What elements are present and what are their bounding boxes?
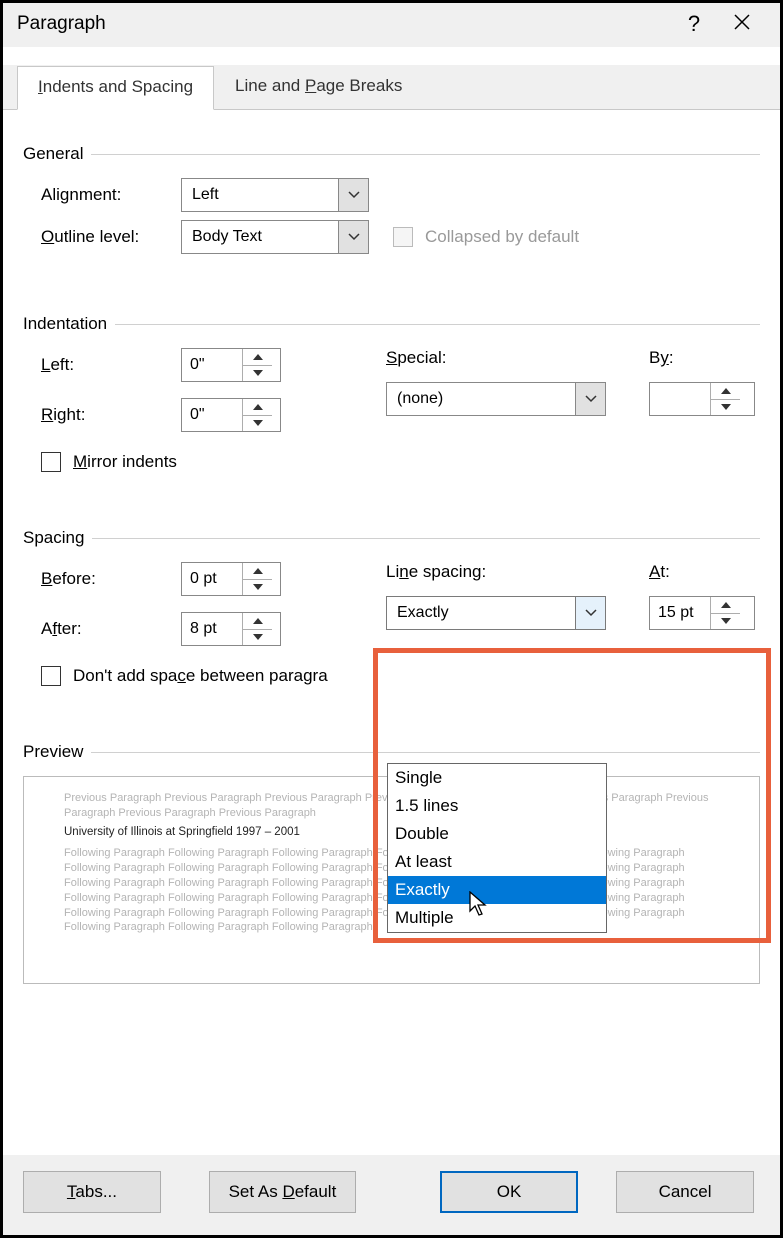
option-exactly[interactable]: Exactly bbox=[388, 876, 606, 904]
mirror-label: Mirror indents bbox=[73, 452, 177, 472]
after-value: 8 pt bbox=[182, 613, 242, 645]
spin-down-icon[interactable] bbox=[243, 579, 272, 596]
by-label: By: bbox=[649, 348, 760, 368]
ok-button[interactable]: OK bbox=[440, 1171, 578, 1213]
spin-up-icon[interactable] bbox=[243, 613, 272, 629]
cancel-button[interactable]: Cancel bbox=[616, 1171, 754, 1213]
spin-up-icon[interactable] bbox=[711, 597, 740, 613]
before-label: Before: bbox=[41, 569, 181, 589]
tab-strip: Indents and Spacing Line and Page Breaks bbox=[3, 65, 780, 109]
special-value: (none) bbox=[387, 383, 575, 415]
section-indentation: Indentation bbox=[23, 314, 760, 334]
line-spacing-dropdown-list[interactable]: Single 1.5 lines Double At least Exactly… bbox=[387, 763, 607, 933]
section-preview: Preview bbox=[23, 742, 760, 762]
spin-down-icon[interactable] bbox=[243, 629, 272, 646]
spin-up-icon[interactable] bbox=[243, 399, 272, 415]
section-general: General bbox=[23, 144, 760, 164]
at-spinner[interactable]: 15 pt bbox=[649, 596, 755, 630]
spin-down-icon[interactable] bbox=[711, 399, 740, 416]
dialog-footer: Tabs... Set As Default OK Cancel bbox=[3, 1155, 780, 1235]
cursor-icon bbox=[469, 891, 489, 921]
special-combobox[interactable]: (none) bbox=[386, 382, 606, 416]
by-value bbox=[650, 383, 710, 415]
outline-level-label: Outline level: bbox=[41, 227, 181, 247]
option-at-least[interactable]: At least bbox=[388, 848, 606, 876]
chevron-down-icon[interactable] bbox=[575, 383, 605, 415]
tab-indents-spacing[interactable]: Indents and Spacing bbox=[17, 66, 214, 110]
spin-up-icon[interactable] bbox=[243, 349, 272, 365]
outline-level-combobox[interactable]: Body Text bbox=[181, 220, 369, 254]
outline-level-value: Body Text bbox=[182, 221, 338, 253]
close-button[interactable] bbox=[718, 13, 766, 36]
tabs-button[interactable]: Tabs... bbox=[23, 1171, 161, 1213]
option-single[interactable]: Single bbox=[388, 764, 606, 792]
chevron-down-icon[interactable] bbox=[338, 221, 368, 253]
collapsed-label: Collapsed by default bbox=[425, 227, 579, 247]
collapsed-checkbox: Collapsed by default bbox=[393, 227, 579, 247]
indent-left-spinner[interactable]: 0" bbox=[181, 348, 281, 382]
section-spacing: Spacing bbox=[23, 528, 760, 548]
option-double[interactable]: Double bbox=[388, 820, 606, 848]
option-1-5-lines[interactable]: 1.5 lines bbox=[388, 792, 606, 820]
before-spinner[interactable]: 0 pt bbox=[181, 562, 281, 596]
set-as-default-button[interactable]: Set As Default bbox=[209, 1171, 356, 1213]
after-spinner[interactable]: 8 pt bbox=[181, 612, 281, 646]
dont-add-space-checkbox[interactable]: Don't add space between paragra bbox=[41, 666, 760, 686]
section-divider bbox=[92, 538, 760, 539]
tab-label: ndents and Spacing bbox=[43, 77, 193, 96]
spin-down-icon[interactable] bbox=[711, 613, 740, 630]
tab-line-page-breaks[interactable]: Line and Page Breaks bbox=[214, 65, 423, 109]
by-spinner[interactable] bbox=[649, 382, 755, 416]
line-spacing-combobox[interactable]: Exactly bbox=[386, 596, 606, 630]
section-label: Spacing bbox=[23, 528, 84, 548]
after-label: After: bbox=[41, 619, 181, 639]
checkbox-box bbox=[41, 452, 61, 472]
chevron-down-icon[interactable] bbox=[338, 179, 368, 211]
option-multiple[interactable]: Multiple bbox=[388, 904, 606, 932]
alignment-combobox[interactable]: Left bbox=[181, 178, 369, 212]
at-label: At: bbox=[649, 562, 760, 582]
section-divider bbox=[115, 324, 760, 325]
section-label: General bbox=[23, 144, 83, 164]
dialog-title: Paragraph bbox=[17, 13, 670, 35]
spin-up-icon[interactable] bbox=[711, 383, 740, 399]
spin-down-icon[interactable] bbox=[243, 415, 272, 432]
indent-right-value: 0" bbox=[182, 399, 242, 431]
line-spacing-label: Line spacing: bbox=[386, 562, 631, 582]
indent-left-label: Left: bbox=[41, 355, 181, 375]
alignment-label: Alignment: bbox=[41, 185, 181, 205]
indent-left-value: 0" bbox=[182, 349, 242, 381]
section-label: Indentation bbox=[23, 314, 107, 334]
checkbox-box bbox=[393, 227, 413, 247]
section-label: Preview bbox=[23, 742, 83, 762]
paragraph-dialog: Paragraph ? Indents and Spacing Line and… bbox=[0, 0, 783, 1238]
mirror-indents-checkbox[interactable]: Mirror indents bbox=[41, 452, 760, 472]
help-button[interactable]: ? bbox=[670, 11, 718, 37]
indent-right-label: Right: bbox=[41, 405, 181, 425]
alignment-value: Left bbox=[182, 179, 338, 211]
indent-right-spinner[interactable]: 0" bbox=[181, 398, 281, 432]
dont-add-space-label: Don't add space between paragra bbox=[73, 666, 328, 686]
section-divider bbox=[91, 154, 760, 155]
spin-down-icon[interactable] bbox=[243, 365, 272, 382]
special-label: Special: bbox=[386, 348, 631, 368]
section-divider bbox=[91, 752, 760, 753]
chevron-down-icon[interactable] bbox=[575, 597, 605, 629]
title-bar: Paragraph ? bbox=[3, 3, 780, 47]
checkbox-box bbox=[41, 666, 61, 686]
at-value: 15 pt bbox=[650, 597, 710, 629]
before-value: 0 pt bbox=[182, 563, 242, 595]
line-spacing-value: Exactly bbox=[387, 597, 575, 629]
spin-up-icon[interactable] bbox=[243, 563, 272, 579]
